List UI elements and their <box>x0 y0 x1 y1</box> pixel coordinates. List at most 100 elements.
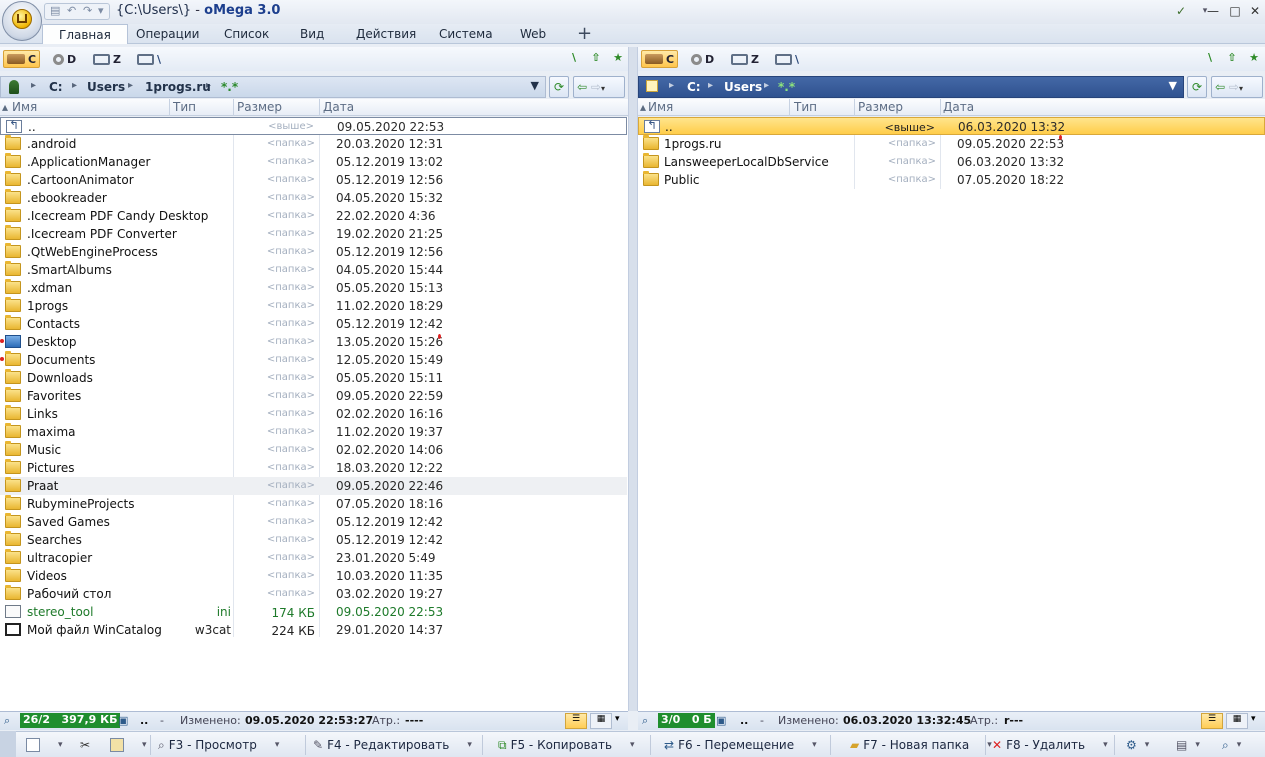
left-up-arrow-icon[interactable]: ⇧ <box>588 51 604 67</box>
chevron-down-icon[interactable]: ▾ <box>1195 740 1200 750</box>
chevron-down-icon[interactable]: ▾ <box>58 740 63 750</box>
image-preview-icon[interactable]: ▣ <box>716 714 726 727</box>
back-arrow-icon[interactable]: ⇦ <box>577 80 587 94</box>
history-dropdown-icon[interactable]: ▾ <box>601 84 605 93</box>
file-row[interactable]: .SmartAlbums <папка> 04.05.2020 15:44 <box>0 261 627 279</box>
tab-view[interactable]: Вид <box>300 27 324 41</box>
details-view-icon[interactable]: ☰ <box>1201 713 1223 729</box>
chevron-down-icon[interactable]: ▾ <box>1103 740 1108 750</box>
tab-actions[interactable]: Действия <box>356 27 416 41</box>
app-menu-button[interactable] <box>2 1 42 41</box>
file-row[interactable]: Links <папка> 02.02.2020 16:16 <box>0 405 627 423</box>
file-row[interactable]: Music <папка> 02.02.2020 14:06 <box>0 441 627 459</box>
file-row[interactable]: .ebookreader <папка> 04.05.2020 15:32 <box>0 189 627 207</box>
right-path-filter[interactable]: *.* <box>778 80 795 94</box>
right-file-list[interactable]: .. <выше> 06.03.2020 13:32 1progs.ru <папка>… <box>638 117 1265 711</box>
operations-side-tab[interactable] <box>0 731 16 757</box>
right-refresh-icon[interactable]: ⟳ <box>1187 76 1207 98</box>
details-view-icon[interactable]: ☰ <box>565 713 587 729</box>
file-row[interactable]: Contacts <папка> 05.12.2019 12:42 <box>0 315 627 333</box>
file-row[interactable]: Saved Games <папка> 05.12.2019 12:42 <box>0 513 627 531</box>
file-row[interactable]: .CartoonAnimator <папка> 05.12.2019 12:56 <box>0 171 627 189</box>
chevron-down-icon[interactable]: ▾ <box>630 740 635 750</box>
left-col-name[interactable]: Имя <box>12 100 37 114</box>
file-row[interactable]: .. <выше> 06.03.2020 13:32 <box>638 117 1265 135</box>
add-tab-button[interactable]: + <box>577 23 592 44</box>
column-divider[interactable] <box>169 99 170 116</box>
right-drive-z[interactable]: Z <box>728 50 762 68</box>
file-row[interactable]: .ApplicationManager <папка> 05.12.2019 13:… <box>0 153 627 171</box>
forward-arrow-icon[interactable]: ⇨ <box>591 80 601 94</box>
file-row[interactable]: Downloads <папка> 05.05.2020 15:11 <box>0 369 627 387</box>
back-arrow-icon[interactable]: ⇦ <box>1215 80 1225 94</box>
image-preview-icon[interactable]: ▣ <box>118 714 128 727</box>
tab-operations[interactable]: Операции <box>136 27 199 41</box>
left-path-segment-users[interactable]: Users <box>87 80 125 94</box>
file-row[interactable]: Рабочий стол <папка> 03.02.2020 19:27 <box>0 585 627 603</box>
file-row[interactable]: Favorites <папка> 09.05.2020 22:59 <box>0 387 627 405</box>
file-row[interactable]: Videos <папка> 10.03.2020 11:35 <box>0 567 627 585</box>
file-row[interactable]: .QtWebEngineProcess <папка> 05.12.2019 12:… <box>0 243 627 261</box>
f8-delete-button[interactable]: ✕ F8 - Удалить ▾ <box>992 736 1108 754</box>
chevron-down-icon[interactable]: ▾ <box>812 740 817 750</box>
view-dropdown-icon[interactable]: ▾ <box>1251 714 1256 724</box>
right-drive-c[interactable]: C <box>641 50 679 68</box>
right-root-icon[interactable]: \ <box>1202 51 1218 67</box>
chevron-down-icon[interactable]: ▾ <box>467 740 472 750</box>
column-divider[interactable] <box>319 99 320 116</box>
file-row[interactable]: Praat <папка> 09.05.2020 22:46 <box>0 477 627 495</box>
save-icon[interactable]: ▤ <box>50 4 60 17</box>
file-row[interactable]: RubymineProjects <папка> 07.05.2020 18:16 <box>0 495 627 513</box>
left-file-list[interactable]: .. <выше> 09.05.2020 22:53 .android <папка> 2… <box>0 117 628 711</box>
f5-copy-button[interactable]: ⧉ F5 - Копировать ▾ <box>498 736 635 754</box>
chevron-down-icon[interactable]: ▼ <box>531 79 539 92</box>
icons-view-icon[interactable]: ▦ <box>590 713 612 729</box>
copy-path-button[interactable]: ▾ <box>26 736 63 754</box>
file-row[interactable]: maxima <папка> 11.02.2020 19:37 <box>0 423 627 441</box>
right-favorite-star-icon[interactable]: ★ <box>1246 51 1262 67</box>
chevron-down-icon[interactable]: ▼ <box>1169 79 1177 92</box>
column-divider[interactable] <box>940 99 941 116</box>
view-dropdown-icon[interactable]: ▾ <box>615 714 620 724</box>
file-row[interactable]: Documents <папка> 12.05.2020 15:49 <box>0 351 627 369</box>
column-divider[interactable] <box>233 99 234 116</box>
right-col-name[interactable]: Имя <box>648 100 673 114</box>
left-path-segment-drive[interactable]: C: <box>49 80 63 94</box>
cut-button[interactable]: ✂ <box>80 736 90 754</box>
close-button[interactable]: ✕ <box>1242 2 1265 20</box>
file-row[interactable]: 1progs.ru <папка> 09.05.2020 22:53 <box>638 135 1265 153</box>
file-row[interactable]: stereo_tool ini 174 КБ 09.05.2020 22:53 <box>0 603 627 621</box>
redo-icon[interactable]: ↷ <box>83 4 92 17</box>
compare-button[interactable]: ▤ ▾ <box>1176 736 1200 754</box>
f6-move-button[interactable]: ⇄ F6 - Перемещение ▾ <box>664 736 817 754</box>
right-col-size[interactable]: Размер <box>858 100 903 114</box>
left-history-buttons[interactable]: ⇦ ⇨▾ <box>573 76 625 98</box>
chevron-down-icon[interactable]: ▾ <box>142 740 147 750</box>
file-row[interactable]: .Icecream PDF Converter <папка> 19.02.2020… <box>0 225 627 243</box>
file-row[interactable]: .xdman <папка> 05.05.2020 15:13 <box>0 279 627 297</box>
left-col-type[interactable]: Тип <box>173 100 196 114</box>
file-row[interactable]: .android <папка> 20.03.2020 12:31 <box>0 135 627 153</box>
right-history-buttons[interactable]: ⇦ ⇨▾ <box>1211 76 1263 98</box>
search-icon[interactable]: ⌕ <box>642 714 648 728</box>
left-col-size[interactable]: Размер <box>237 100 282 114</box>
column-divider[interactable] <box>789 99 790 116</box>
properties-button[interactable]: ⚙ ▾ <box>1126 736 1149 754</box>
left-refresh-icon[interactable]: ⟳ <box>549 76 569 98</box>
file-row[interactable]: Desktop <папка> 13.05.2020 15:26 <box>0 333 627 351</box>
file-row[interactable]: ultracopier <папка> 23.01.2020 5:49 <box>0 549 627 567</box>
icons-view-icon[interactable]: ▦ <box>1226 713 1248 729</box>
search-files-button[interactable]: ⌕ ▾ <box>1222 736 1241 754</box>
right-col-date[interactable]: Дата <box>943 100 974 114</box>
left-root-icon[interactable]: \ <box>566 51 582 67</box>
left-network-root[interactable]: \ <box>134 50 164 68</box>
left-drive-c[interactable]: C <box>3 50 41 68</box>
tab-list[interactable]: Список <box>224 27 269 41</box>
chevron-down-icon[interactable]: ▾ <box>275 740 280 750</box>
file-row[interactable]: .Icecream PDF Candy Desktop <папка> 22.02.… <box>0 207 627 225</box>
right-path-segment-users[interactable]: Users <box>724 80 762 94</box>
help-check-icon[interactable]: ✓ <box>1168 2 1194 20</box>
tab-web[interactable]: Web <box>520 27 546 41</box>
search-icon[interactable]: ⌕ <box>4 714 10 728</box>
file-row[interactable]: 1progs <папка> 11.02.2020 18:29 <box>0 297 627 315</box>
